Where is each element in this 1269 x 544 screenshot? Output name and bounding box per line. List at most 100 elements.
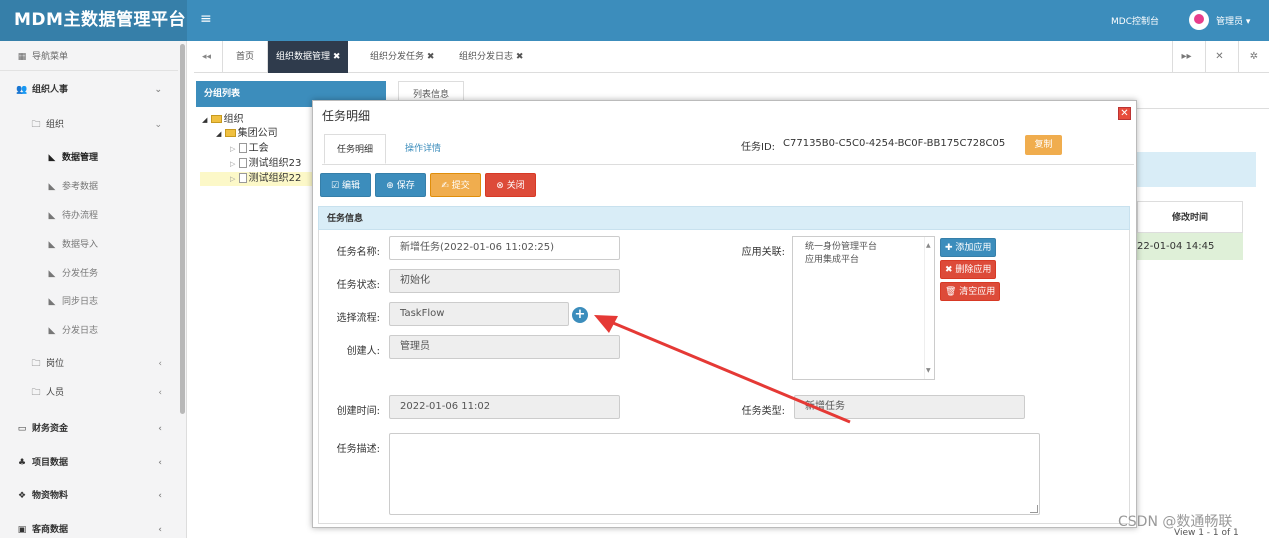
- tab-strip: ◂◂ 首页 组织数据管理 ✖ 组织分发任务 ✖ 组织分发日志 ✖ ▸▸ ✕ ✲: [194, 41, 1269, 73]
- user-avatar-icon[interactable]: [1189, 10, 1209, 30]
- sidebar-item-data-manage[interactable]: ◣ 数据管理: [0, 144, 178, 172]
- sidebar-item-dist-log[interactable]: ◣ 分发日志: [0, 317, 178, 345]
- modal-tab-divider: [322, 164, 1134, 165]
- close-button[interactable]: ⊗ 关闭: [485, 173, 536, 197]
- folder-icon: 🗀: [31, 388, 41, 398]
- folder-icon: 🗀: [31, 120, 41, 130]
- tab-org-data-manage[interactable]: 组织数据管理 ✖: [268, 41, 349, 73]
- sidebar-item-post[interactable]: 🗀 岗位 ‹: [0, 350, 178, 378]
- clear-app-button[interactable]: 🗑 清空应用: [940, 282, 1001, 301]
- user-menu[interactable]: 管理员 ▾: [1216, 14, 1250, 27]
- chevron-left-icon: ‹: [158, 388, 162, 398]
- task-id-label: 任务ID:: [741, 142, 776, 153]
- chevron-down-icon: ⌄: [154, 85, 162, 95]
- top-bar: MDM主数据管理平台 ≡ MDC控制台 管理员 ▾: [0, 0, 1269, 41]
- tag-icon: ◣: [48, 326, 56, 336]
- grid-header-modified-time[interactable]: 修改时间: [1137, 201, 1243, 233]
- users-icon: 👥: [16, 85, 28, 95]
- scroll-down-icon[interactable]: ▼: [926, 364, 931, 377]
- submit-button[interactable]: ✍ 提交: [430, 173, 481, 197]
- resize-grip-icon[interactable]: [1030, 505, 1038, 513]
- menu-toggle-icon[interactable]: ≡: [200, 11, 212, 27]
- org-tree: ◢ 组织 ◢ 集团公司 ▷ 工会 ▷ 测试组织23 ▷ 测试组织22: [196, 107, 314, 527]
- creator-input[interactable]: 管理员: [389, 335, 620, 359]
- sidebar-group-merchant[interactable]: ▣ 客商数据 ‹: [0, 516, 178, 544]
- sidebar-group-org-hr[interactable]: 👥 组织人事 ⌄: [0, 76, 178, 104]
- tag-icon: ◣: [48, 269, 56, 279]
- tab-scroll-left-icon[interactable]: ◂◂: [202, 41, 211, 73]
- tab-scroll-right-icon[interactable]: ▸▸: [1172, 41, 1200, 73]
- app-option[interactable]: 统一身份管理平台: [805, 241, 922, 254]
- chevron-left-icon: ‹: [158, 458, 162, 468]
- app-relation-label: 应用关联:: [741, 247, 785, 258]
- creator-label: 创建人:: [346, 346, 380, 357]
- task-type-label: 任务类型:: [741, 406, 785, 417]
- tab-task-detail[interactable]: 任务明细: [324, 134, 387, 164]
- mdc-console-link[interactable]: MDC控制台: [1111, 14, 1159, 27]
- sidebar-item-import[interactable]: ◣ 数据导入: [0, 231, 178, 259]
- settings-icon[interactable]: ✲: [1238, 41, 1269, 73]
- sidebar-item-person[interactable]: 🗀 人员 ‹: [0, 379, 178, 407]
- app-brand[interactable]: MDM主数据管理平台: [0, 0, 187, 41]
- chevron-left-icon: ‹: [158, 525, 162, 535]
- created-time-input[interactable]: 2022-01-06 11:02: [389, 395, 620, 419]
- task-desc-textarea[interactable]: [389, 433, 1040, 515]
- sidebar-item-dist-task[interactable]: ◣ 分发任务: [0, 260, 178, 288]
- task-info-section-header: 任务信息: [318, 206, 1130, 230]
- edit-button[interactable]: ☑ 编辑: [320, 173, 371, 197]
- folder-open-icon: [210, 115, 222, 123]
- tag-icon: ◣: [48, 153, 56, 163]
- folder-open-icon: [224, 129, 236, 137]
- add-app-button[interactable]: ✚ 添加应用: [940, 238, 997, 257]
- tree-node-test23[interactable]: ▷ 测试组织23: [230, 157, 301, 171]
- briefcase-icon: ▣: [17, 525, 27, 535]
- sidebar-scrollbar[interactable]: [180, 44, 185, 414]
- tag-icon: ◣: [48, 182, 56, 192]
- sidebar-item-ref-data[interactable]: ◣ 参考数据: [0, 173, 178, 201]
- remove-app-button[interactable]: ✖ 删除应用: [940, 260, 997, 279]
- sidebar-group-finance[interactable]: ▭ 财务资金 ‹: [0, 415, 178, 443]
- close-icon[interactable]: ✕: [1118, 107, 1131, 120]
- listbox-scrollbar[interactable]: ▲ ▼: [924, 237, 934, 379]
- scroll-up-icon[interactable]: ▲: [926, 239, 931, 252]
- tab-operation-detail[interactable]: 操作详情: [393, 134, 453, 164]
- tab-home[interactable]: 首页: [222, 41, 268, 73]
- tree-node-org[interactable]: ◢ 组织: [202, 113, 244, 127]
- grid-icon: ▦: [17, 52, 27, 62]
- task-desc-label: 任务描述:: [336, 444, 380, 455]
- sidebar-item-sync-log[interactable]: ◣ 同步日志: [0, 288, 178, 316]
- task-name-input[interactable]: 新增任务(2022-01-06 11:02:25): [389, 236, 620, 260]
- task-type-input[interactable]: 新增任务: [794, 395, 1025, 419]
- tab-org-dist-task[interactable]: 组织分发任务 ✖: [370, 41, 434, 73]
- tree-node-group[interactable]: ◢ 集团公司: [216, 127, 278, 141]
- task-status-label: 任务状态:: [336, 280, 380, 291]
- select-flow-label: 选择流程:: [336, 313, 380, 324]
- card-icon: ▭: [17, 424, 27, 434]
- sidebar-group-project[interactable]: ♣ 项目数据 ‹: [0, 449, 178, 477]
- sidebar: ▦ 导航菜单 👥 组织人事 ⌄ 🗀 组织 ⌄ ◣ 数据管理 ◣ 参考数据 ◣ 待办流程 ◣ 数据导…: [0, 41, 187, 538]
- select-flow-input[interactable]: TaskFlow: [389, 302, 569, 326]
- app-option[interactable]: 应用集成平台: [805, 254, 922, 267]
- tag-icon: ◣: [48, 240, 56, 250]
- tree-node-test22[interactable]: ▷ 测试组织22: [200, 172, 314, 186]
- task-name-label: 任务名称:: [336, 247, 380, 258]
- tab-org-dist-log[interactable]: 组织分发日志 ✖: [459, 41, 523, 73]
- chevron-left-icon: ‹: [158, 491, 162, 501]
- copy-button[interactable]: 复制: [1025, 135, 1062, 155]
- task-status-input[interactable]: 初始化: [389, 269, 620, 293]
- add-flow-icon[interactable]: +: [572, 307, 588, 323]
- app-relation-listbox[interactable]: 统一身份管理平台 应用集成平台 ▲ ▼: [792, 236, 935, 380]
- file-icon: [238, 158, 247, 168]
- tag-icon: ◣: [48, 211, 56, 221]
- sidebar-item-pending-flow[interactable]: ◣ 待办流程: [0, 202, 178, 230]
- sidebar-group-org[interactable]: 🗀 组织 ⌄: [0, 111, 178, 139]
- sidebar-group-material[interactable]: ❖ 物资物料 ‹: [0, 482, 178, 510]
- grid-cell-modified-time[interactable]: 22-01-04 14:45: [1137, 233, 1243, 260]
- tree-node-union[interactable]: ▷ 工会: [230, 142, 269, 156]
- chevron-down-icon: ⌄: [154, 120, 162, 130]
- created-time-label: 创建时间:: [336, 406, 380, 417]
- fullscreen-icon[interactable]: ✕: [1205, 41, 1233, 73]
- task-id-value: C77135B0-C5C0-4254-BC0F-BB175C728C05: [783, 138, 1006, 149]
- save-button[interactable]: ⊕ 保存: [375, 173, 426, 197]
- info-panel: [1137, 152, 1256, 187]
